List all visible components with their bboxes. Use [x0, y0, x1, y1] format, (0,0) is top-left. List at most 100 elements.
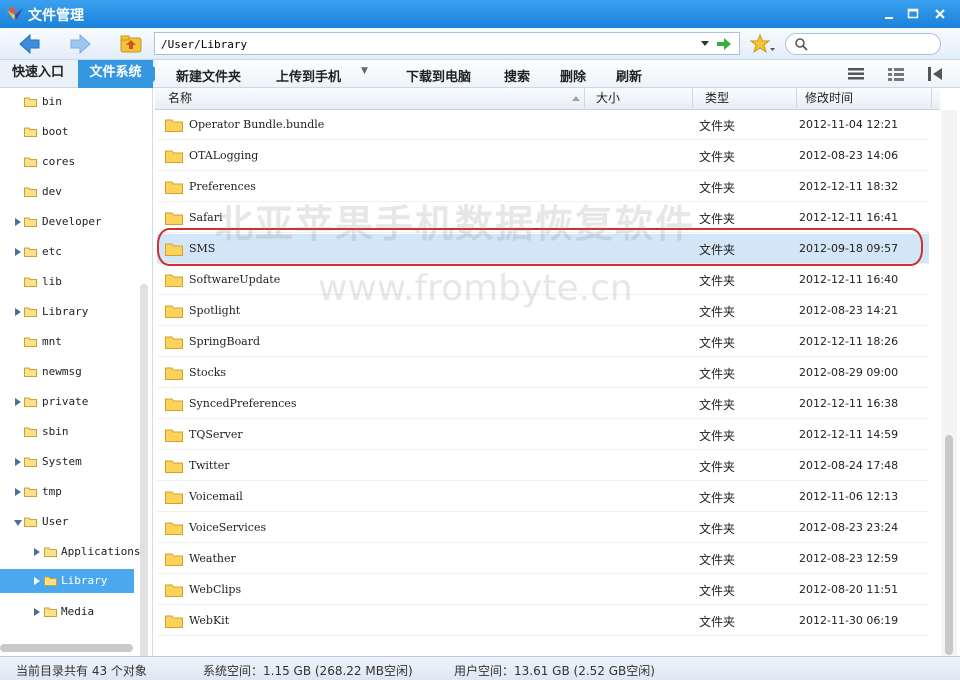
- tree-item-etc[interactable]: etc: [0, 240, 140, 264]
- search-button[interactable]: 搜索: [504, 66, 530, 85]
- search-input[interactable]: [812, 37, 932, 52]
- tree-item-media[interactable]: Media: [0, 600, 140, 624]
- tree-item-newmsg[interactable]: newmsg: [0, 360, 140, 384]
- file-name: WebKit: [189, 614, 230, 627]
- maximize-button[interactable]: [903, 4, 923, 24]
- table-row[interactable]: Preferences 文件夹 2012-12-11 18:32: [157, 172, 929, 202]
- tree-item-dev[interactable]: dev: [0, 180, 140, 204]
- tree-item-mnt[interactable]: mnt: [0, 330, 140, 354]
- close-button[interactable]: [930, 4, 950, 24]
- file-name: SpringBoard: [189, 335, 261, 348]
- tab-file-system[interactable]: 文件系统: [78, 60, 161, 88]
- favorites-button[interactable]: [749, 33, 776, 55]
- tree-item-system[interactable]: System: [0, 450, 140, 474]
- folder-icon: [165, 367, 183, 380]
- column-size[interactable]: 大小: [588, 88, 693, 110]
- path-input[interactable]: [161, 36, 691, 52]
- back-button[interactable]: [17, 32, 43, 56]
- file-mtime: 2012-11-30 06:19: [799, 614, 899, 627]
- window-title: 文件管理: [28, 8, 84, 24]
- delete-button[interactable]: 删除: [560, 66, 586, 85]
- download-button[interactable]: 下载到电脑: [406, 66, 471, 85]
- expand-arrow-icon[interactable]: [34, 548, 40, 556]
- expand-arrow-icon[interactable]: [15, 398, 21, 406]
- tree-item-sbin[interactable]: sbin: [0, 420, 140, 444]
- table-row[interactable]: OTALogging 文件夹 2012-08-23 14:06: [157, 141, 929, 171]
- tree-item-bin[interactable]: bin: [0, 90, 140, 114]
- expand-arrow-icon[interactable]: [15, 308, 21, 316]
- expand-arrow-icon[interactable]: [15, 488, 21, 496]
- table-row[interactable]: TQServer 文件夹 2012-12-11 14:59: [157, 420, 929, 450]
- new-folder-button[interactable]: 新建文件夹: [176, 66, 241, 85]
- minimize-button[interactable]: [879, 4, 899, 24]
- detail-view-icon[interactable]: [887, 66, 905, 82]
- scrollbar-thumb[interactable]: [945, 435, 953, 655]
- expand-arrow-icon[interactable]: [34, 608, 40, 616]
- column-name[interactable]: 名称: [160, 88, 585, 110]
- table-row[interactable]: WebClips 文件夹 2012-08-20 11:51: [157, 575, 929, 605]
- table-row[interactable]: VoiceServices 文件夹 2012-08-23 23:24: [157, 513, 929, 543]
- collapse-panel-icon[interactable]: [927, 66, 945, 82]
- table-row[interactable]: Twitter 文件夹 2012-08-24 17:48: [157, 451, 929, 481]
- folder-icon: [24, 337, 37, 347]
- collapse-arrow-icon[interactable]: [14, 520, 22, 526]
- table-row[interactable]: Voicemail 文件夹 2012-11-06 12:13: [157, 482, 929, 512]
- folder-icon: [165, 491, 183, 504]
- expand-arrow-icon[interactable]: [15, 458, 21, 466]
- table-row[interactable]: Weather 文件夹 2012-08-23 12:59: [157, 544, 929, 574]
- upload-button[interactable]: 上传到手机: [276, 66, 341, 85]
- file-mtime: 2012-12-11 16:40: [799, 273, 899, 286]
- file-mtime: 2012-08-29 09:00: [799, 366, 899, 379]
- refresh-button[interactable]: 刷新: [616, 66, 642, 85]
- table-row[interactable]: Operator Bundle.bundle 文件夹 2012-11-04 12…: [157, 110, 929, 140]
- object-count: 当前目录共有 43 个对象: [16, 664, 147, 678]
- table-row[interactable]: WebKit 文件夹 2012-11-30 06:19: [157, 606, 929, 636]
- table-row[interactable]: Stocks 文件夹 2012-08-29 09:00: [157, 358, 929, 388]
- tree-item-boot[interactable]: boot: [0, 120, 140, 144]
- folder-icon: [24, 457, 37, 467]
- file-name: Voicemail: [189, 490, 243, 503]
- folder-icon: [165, 460, 183, 473]
- file-mtime: 2012-11-04 12:21: [799, 118, 899, 131]
- file-name: Safari: [189, 211, 223, 224]
- up-folder-button[interactable]: [118, 32, 144, 56]
- column-type[interactable]: 类型: [697, 88, 797, 110]
- table-row[interactable]: SpringBoard 文件夹 2012-12-11 18:26: [157, 327, 929, 357]
- chevron-down-icon[interactable]: [699, 37, 711, 49]
- table-row[interactable]: SoftwareUpdate 文件夹 2012-12-11 16:40: [157, 265, 929, 295]
- tree-vertical-scrollbar[interactable]: [140, 284, 148, 656]
- folder-icon: [165, 119, 183, 132]
- list-view-icon[interactable]: [847, 66, 865, 82]
- tree-item-developer[interactable]: Developer: [0, 210, 140, 234]
- tree-item-applications[interactable]: Applications: [0, 540, 140, 564]
- tree-horizontal-scrollbar[interactable]: [0, 644, 133, 652]
- expand-arrow-icon[interactable]: [15, 248, 21, 256]
- tree-item-user-library[interactable]: Library: [0, 569, 134, 593]
- file-type: 文件夹: [699, 491, 736, 505]
- expand-arrow-icon[interactable]: [34, 577, 40, 585]
- tree-item-user[interactable]: User: [0, 510, 140, 534]
- table-row[interactable]: SyncedPreferences 文件夹 2012-12-11 16:38: [157, 389, 929, 419]
- tree-item-library[interactable]: Library: [0, 300, 140, 324]
- upload-dropdown-icon[interactable]: ▼: [361, 66, 368, 76]
- go-arrow-icon[interactable]: [715, 36, 733, 52]
- system-space: 系统空间：1.15 GB (268.22 MB空闲): [203, 664, 413, 678]
- tree-item-cores[interactable]: cores: [0, 150, 140, 174]
- search-icon: [795, 38, 808, 51]
- file-type: 文件夹: [699, 119, 736, 133]
- tree-item-lib[interactable]: lib: [0, 270, 140, 294]
- forward-button[interactable]: [67, 32, 93, 56]
- column-modified[interactable]: 修改时间: [797, 88, 932, 110]
- expand-arrow-icon[interactable]: [15, 218, 21, 226]
- tree-item-private[interactable]: private: [0, 390, 140, 414]
- file-mtime: 2012-08-23 14:06: [799, 149, 899, 162]
- highlight-annotation: [157, 228, 923, 266]
- table-row[interactable]: Spotlight 文件夹 2012-08-23 14:21: [157, 296, 929, 326]
- tree-item-tmp[interactable]: tmp: [0, 480, 140, 504]
- file-type: 文件夹: [699, 429, 736, 443]
- file-list-scrollbar[interactable]: [941, 110, 957, 656]
- user-space: 用户空间：13.61 GB (2.52 GB空闲): [454, 664, 655, 678]
- tab-quick-access[interactable]: 快速入口: [0, 60, 76, 88]
- forward-arrow-icon: [70, 33, 91, 55]
- file-type: 文件夹: [699, 615, 736, 629]
